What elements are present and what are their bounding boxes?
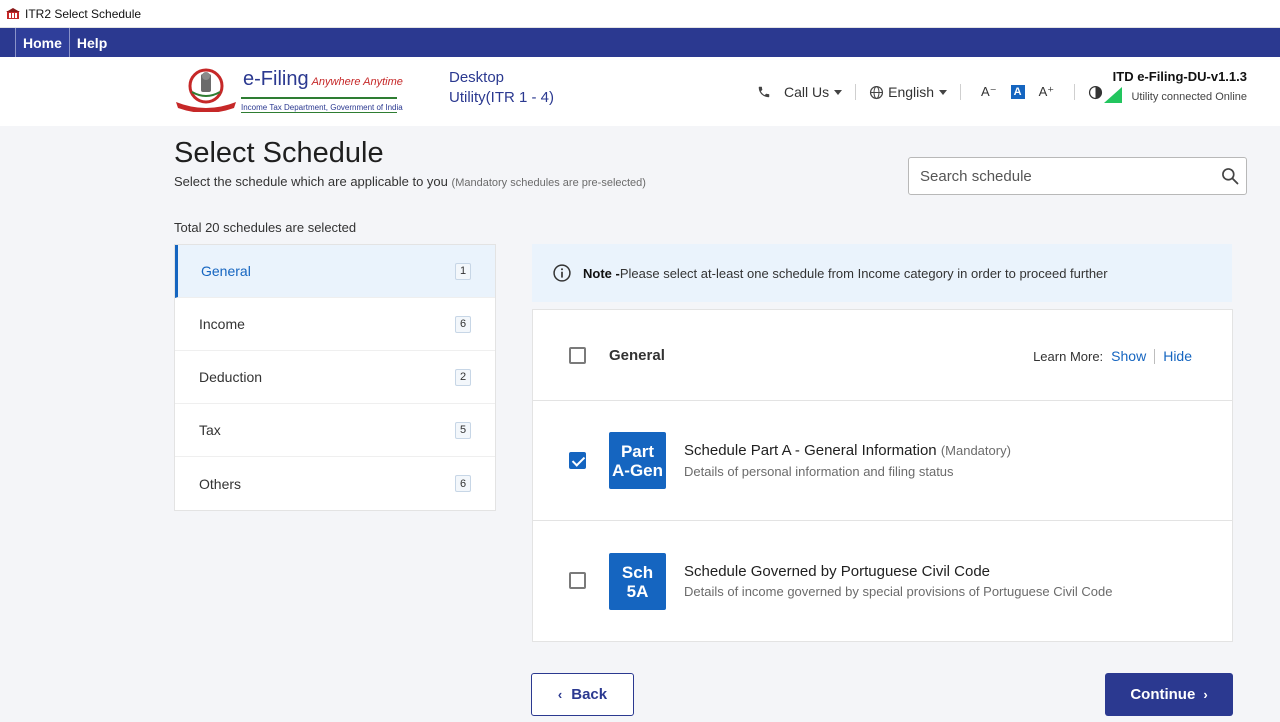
count-badge: 6 (455, 315, 471, 333)
select-all-checkbox[interactable] (569, 347, 586, 364)
chevron-down-icon (834, 89, 843, 95)
group-header-row: General Learn More: Show Hide (533, 310, 1232, 401)
version-info: ITD e-Filing-DU-v1.1.3 Utility connected… (1104, 69, 1247, 103)
utility-title: Desktop Utility(ITR 1 - 4) (449, 69, 554, 106)
note-banner: Note -Please select at-least one schedul… (532, 244, 1232, 302)
menu-help[interactable]: Help (70, 28, 114, 57)
page-subtitle: Select the schedule which are applicable… (174, 174, 646, 189)
logo-dept: Income Tax Department, Government of Ind… (241, 103, 403, 112)
logo-divider-bottom (241, 112, 397, 113)
page-title: Select Schedule (174, 137, 384, 169)
language-dropdown[interactable]: English (869, 84, 948, 100)
info-icon (553, 264, 571, 282)
schedule-title: Schedule Governed by Portuguese Civil Co… (684, 563, 991, 580)
schedule-checkbox[interactable] (569, 572, 586, 589)
divider (1074, 84, 1076, 100)
font-normal-button[interactable]: A (1010, 85, 1025, 99)
divider (960, 84, 962, 100)
continue-button[interactable]: Continue › (1105, 673, 1233, 716)
show-link[interactable]: Show (1111, 348, 1146, 364)
schedule-row: Sch 5A Schedule Governed by Portuguese Ci… (533, 521, 1232, 641)
schedule-badge: Part A-Gen (609, 432, 666, 489)
font-increase-button[interactable]: A⁺ (1039, 84, 1055, 100)
search-icon[interactable] (1220, 166, 1240, 186)
category-item-tax[interactable]: Tax 5 (175, 404, 495, 457)
group-label: General (609, 347, 665, 364)
schedule-row: Part A-Gen Schedule Part A - General Info… (533, 401, 1232, 521)
menu-bar: Home Help (0, 28, 1280, 59)
call-us-dropdown[interactable]: Call Us (757, 84, 843, 100)
chevron-down-icon (939, 89, 948, 95)
schedule-description: Details of personal information and fili… (684, 464, 954, 479)
schedule-panel: General Learn More: Show Hide Part A-Gen … (532, 309, 1233, 642)
category-item-income[interactable]: Income 6 (175, 298, 495, 351)
category-item-deduction[interactable]: Deduction 2 (175, 351, 495, 404)
menu-home[interactable]: Home (15, 28, 70, 59)
category-item-general[interactable]: General 1 (175, 245, 495, 298)
count-badge: 5 (455, 421, 471, 439)
font-decrease-button[interactable]: A⁻ (981, 84, 997, 100)
app-header: e-Filing Anywhere Anytime Income Tax Depa… (0, 57, 1280, 126)
chevron-right-icon: › (1203, 687, 1208, 702)
search-input[interactable] (909, 158, 1199, 194)
window-titlebar: ITR2 Select Schedule (0, 0, 1280, 28)
count-badge: 2 (455, 368, 471, 386)
divider (1154, 348, 1156, 364)
contrast-icon[interactable] (1088, 85, 1103, 100)
count-badge: 1 (455, 262, 471, 280)
signal-icon (1104, 87, 1123, 103)
schedule-title: Schedule Part A - General Information (M… (684, 442, 1011, 459)
category-item-others[interactable]: Others 6 (175, 457, 495, 510)
search-box (908, 157, 1247, 195)
learn-more: Learn More: Show Hide (1033, 348, 1192, 364)
emblem-icon (176, 68, 236, 112)
category-list: General 1 Income 6 Deduction 2 Tax 5 Oth… (174, 244, 496, 511)
schedule-checkbox[interactable] (569, 452, 586, 469)
efiling-logo[interactable]: e-Filing Anywhere Anytime Income Tax Depa… (174, 66, 403, 113)
chevron-left-icon: ‹ (557, 687, 563, 702)
back-button[interactable]: ‹ Back (531, 673, 634, 716)
total-selected: Total 20 schedules are selected (174, 220, 357, 235)
version-label: ITD e-Filing-DU-v1.1.3 (1112, 69, 1247, 84)
hide-link[interactable]: Hide (1163, 348, 1192, 364)
count-badge: 6 (455, 475, 471, 492)
window-title: ITR2 Select Schedule (25, 6, 142, 21)
globe-icon (870, 85, 884, 99)
app-icon (6, 7, 20, 19)
logo-divider (241, 97, 397, 99)
logo-brand: e-Filing Anywhere Anytime (243, 68, 403, 90)
schedule-badge: Sch 5A (609, 553, 666, 610)
divider (855, 84, 857, 100)
header-tools: Call Us English A⁻ A A⁺ (757, 79, 1103, 105)
connection-status: Utility connected Online (1104, 87, 1247, 103)
schedule-description: Details of income governed by special pr… (684, 584, 1113, 599)
phone-icon (758, 86, 770, 98)
